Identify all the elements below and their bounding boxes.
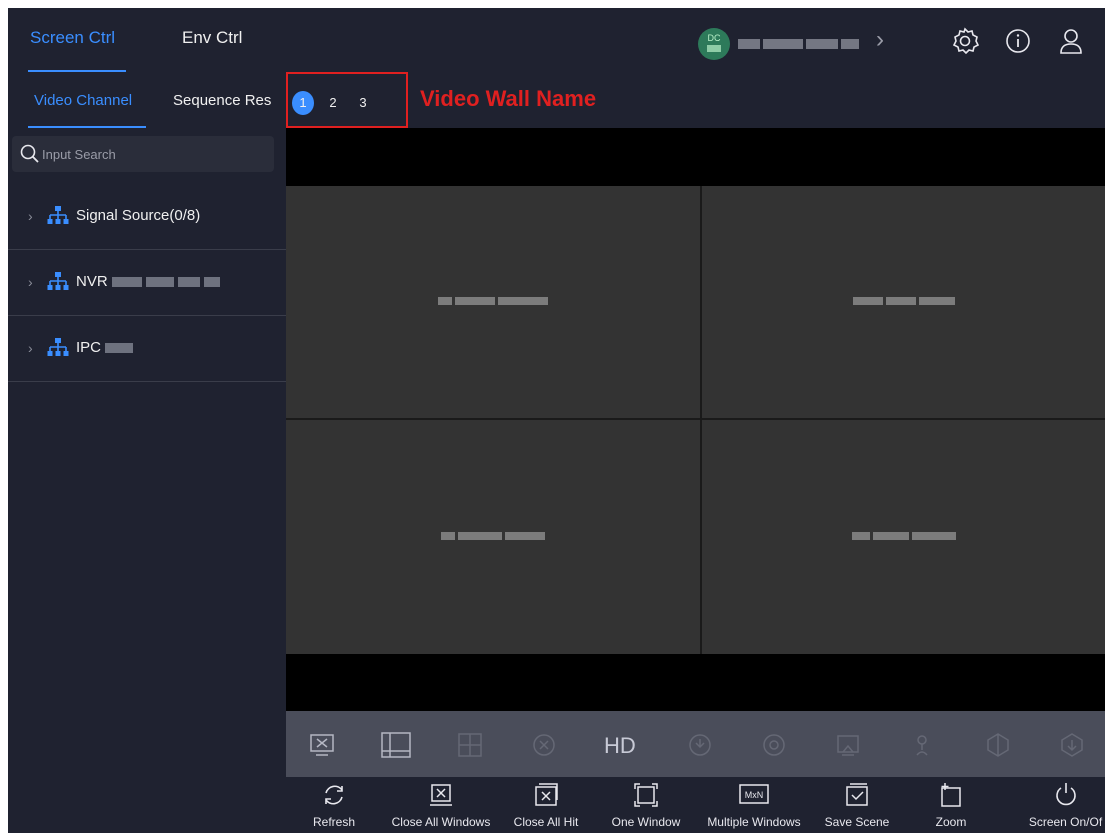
- zoom-button[interactable]: Zoom: [926, 781, 976, 829]
- action-bar: Refresh Close All Windows Close All Hit …: [286, 777, 1105, 833]
- search-input[interactable]: [42, 145, 262, 163]
- sidebar: › Signal Source(0/8) › NVR ›: [8, 128, 286, 833]
- close-all-hit-button[interactable]: Close All Hit: [504, 781, 588, 829]
- grid-window-icon[interactable]: [456, 731, 484, 759]
- refresh-icon: [325, 785, 343, 805]
- device-badge-label: DC: [707, 33, 721, 43]
- tree-item-signal-source[interactable]: › Signal Source(0/8): [8, 184, 286, 250]
- one-window-button[interactable]: One Window: [606, 781, 686, 829]
- sub-bar: Video Channel Sequence Res 1 2 3 Video W…: [8, 72, 1105, 128]
- save-scene-label: Save Scene: [824, 815, 890, 829]
- cube-rotate-icon[interactable]: [984, 731, 1012, 759]
- wall-page-3[interactable]: 3: [352, 91, 374, 115]
- search-box: [12, 136, 274, 172]
- close-all-windows-label: Close All Windows: [391, 815, 491, 829]
- search-icon: [20, 144, 39, 163]
- wall-page-selector: 1 2 3: [286, 72, 408, 128]
- screen-power-button[interactable]: Screen On/Of: [1026, 781, 1105, 829]
- wall-page-2[interactable]: 2: [322, 91, 344, 115]
- tree-item-label-text: IPC: [76, 339, 102, 356]
- capture-icon[interactable]: [834, 731, 862, 759]
- network-tree-icon: [47, 272, 69, 290]
- multiple-windows-label: Multiple Windows: [707, 815, 801, 829]
- info-icon[interactable]: [1003, 26, 1033, 56]
- screen-label: [441, 532, 545, 542]
- screen-power-label: Screen On/Of: [1028, 815, 1103, 829]
- save-scene-icon: [846, 783, 868, 806]
- device-name[interactable]: [738, 36, 868, 49]
- mxn-text: MxN: [745, 790, 764, 800]
- tab-screen-ctrl[interactable]: Screen Ctrl: [30, 28, 115, 48]
- multiple-windows-icon: MxN: [739, 784, 769, 804]
- app-frame: Screen Ctrl Env Ctrl DC › Video Channel …: [8, 8, 1105, 833]
- network-tree-icon: [47, 206, 69, 224]
- close-all-windows-button[interactable]: Close All Windows: [382, 781, 500, 829]
- settings-icon[interactable]: [950, 26, 980, 56]
- chevron-right-icon[interactable]: ›: [28, 208, 33, 224]
- chevron-right-icon[interactable]: ›: [876, 26, 884, 54]
- chevron-right-icon[interactable]: ›: [28, 340, 33, 356]
- video-wall[interactable]: [286, 128, 1105, 711]
- wall-screen-grid: [286, 186, 1105, 654]
- tab-video-channel[interactable]: Video Channel: [34, 92, 132, 109]
- one-window-label: One Window: [611, 815, 681, 829]
- user-icon[interactable]: [1056, 26, 1086, 56]
- tree-item-nvr[interactable]: › NVR: [8, 250, 286, 316]
- wall-screen[interactable]: [286, 186, 700, 418]
- wall-screen[interactable]: [702, 420, 1105, 654]
- device-badge-icon[interactable]: DC: [698, 28, 730, 60]
- split-window-icon[interactable]: [380, 731, 412, 759]
- screen-label: [438, 297, 548, 307]
- window-toolbar: HD: [286, 711, 1105, 777]
- tree-item-label: IPC: [76, 339, 134, 356]
- screen-label: [851, 532, 956, 542]
- cube-download-icon[interactable]: [1058, 731, 1086, 759]
- close-all-hit-icon: [535, 783, 558, 806]
- chevron-right-icon[interactable]: ›: [28, 274, 33, 290]
- tree-item-label: Signal Source(0/8): [76, 207, 201, 224]
- tree-item-ipc[interactable]: › IPC: [8, 316, 286, 382]
- network-tree-icon: [47, 338, 69, 356]
- refresh-button[interactable]: Refresh: [304, 781, 364, 829]
- power-icon: [1055, 783, 1076, 806]
- record-icon[interactable]: [760, 731, 788, 759]
- zoom-label: Zoom: [935, 815, 967, 829]
- wall-page-1[interactable]: 1: [292, 91, 314, 115]
- close-all-hit-label: Close All Hit: [513, 815, 579, 829]
- close-window-icon[interactable]: [308, 731, 336, 759]
- hd-button[interactable]: HD: [604, 733, 636, 759]
- stream-icon[interactable]: [686, 731, 714, 759]
- close-circle-icon[interactable]: [530, 731, 558, 759]
- tree-item-label: NVR: [76, 273, 220, 290]
- refresh-label: Refresh: [312, 815, 356, 829]
- tab-env-ctrl[interactable]: Env Ctrl: [182, 28, 242, 48]
- multiple-windows-button[interactable]: MxN Multiple Windows: [698, 781, 810, 829]
- close-all-windows-icon: [430, 784, 452, 806]
- tree-item-label-text: NVR: [76, 273, 108, 290]
- zoom-icon: [941, 783, 961, 807]
- screen-label: [852, 297, 955, 307]
- video-wall-name-annotation: Video Wall Name: [420, 86, 597, 111]
- wall-screen[interactable]: [702, 186, 1105, 418]
- tab-sequence-res[interactable]: Sequence Res: [173, 92, 271, 109]
- top-bar: Screen Ctrl Env Ctrl DC ›: [8, 8, 1105, 72]
- one-window-icon: [634, 783, 658, 807]
- wall-screen[interactable]: [286, 420, 700, 654]
- audio-icon[interactable]: [908, 731, 936, 759]
- save-scene-button[interactable]: Save Scene: [822, 781, 892, 829]
